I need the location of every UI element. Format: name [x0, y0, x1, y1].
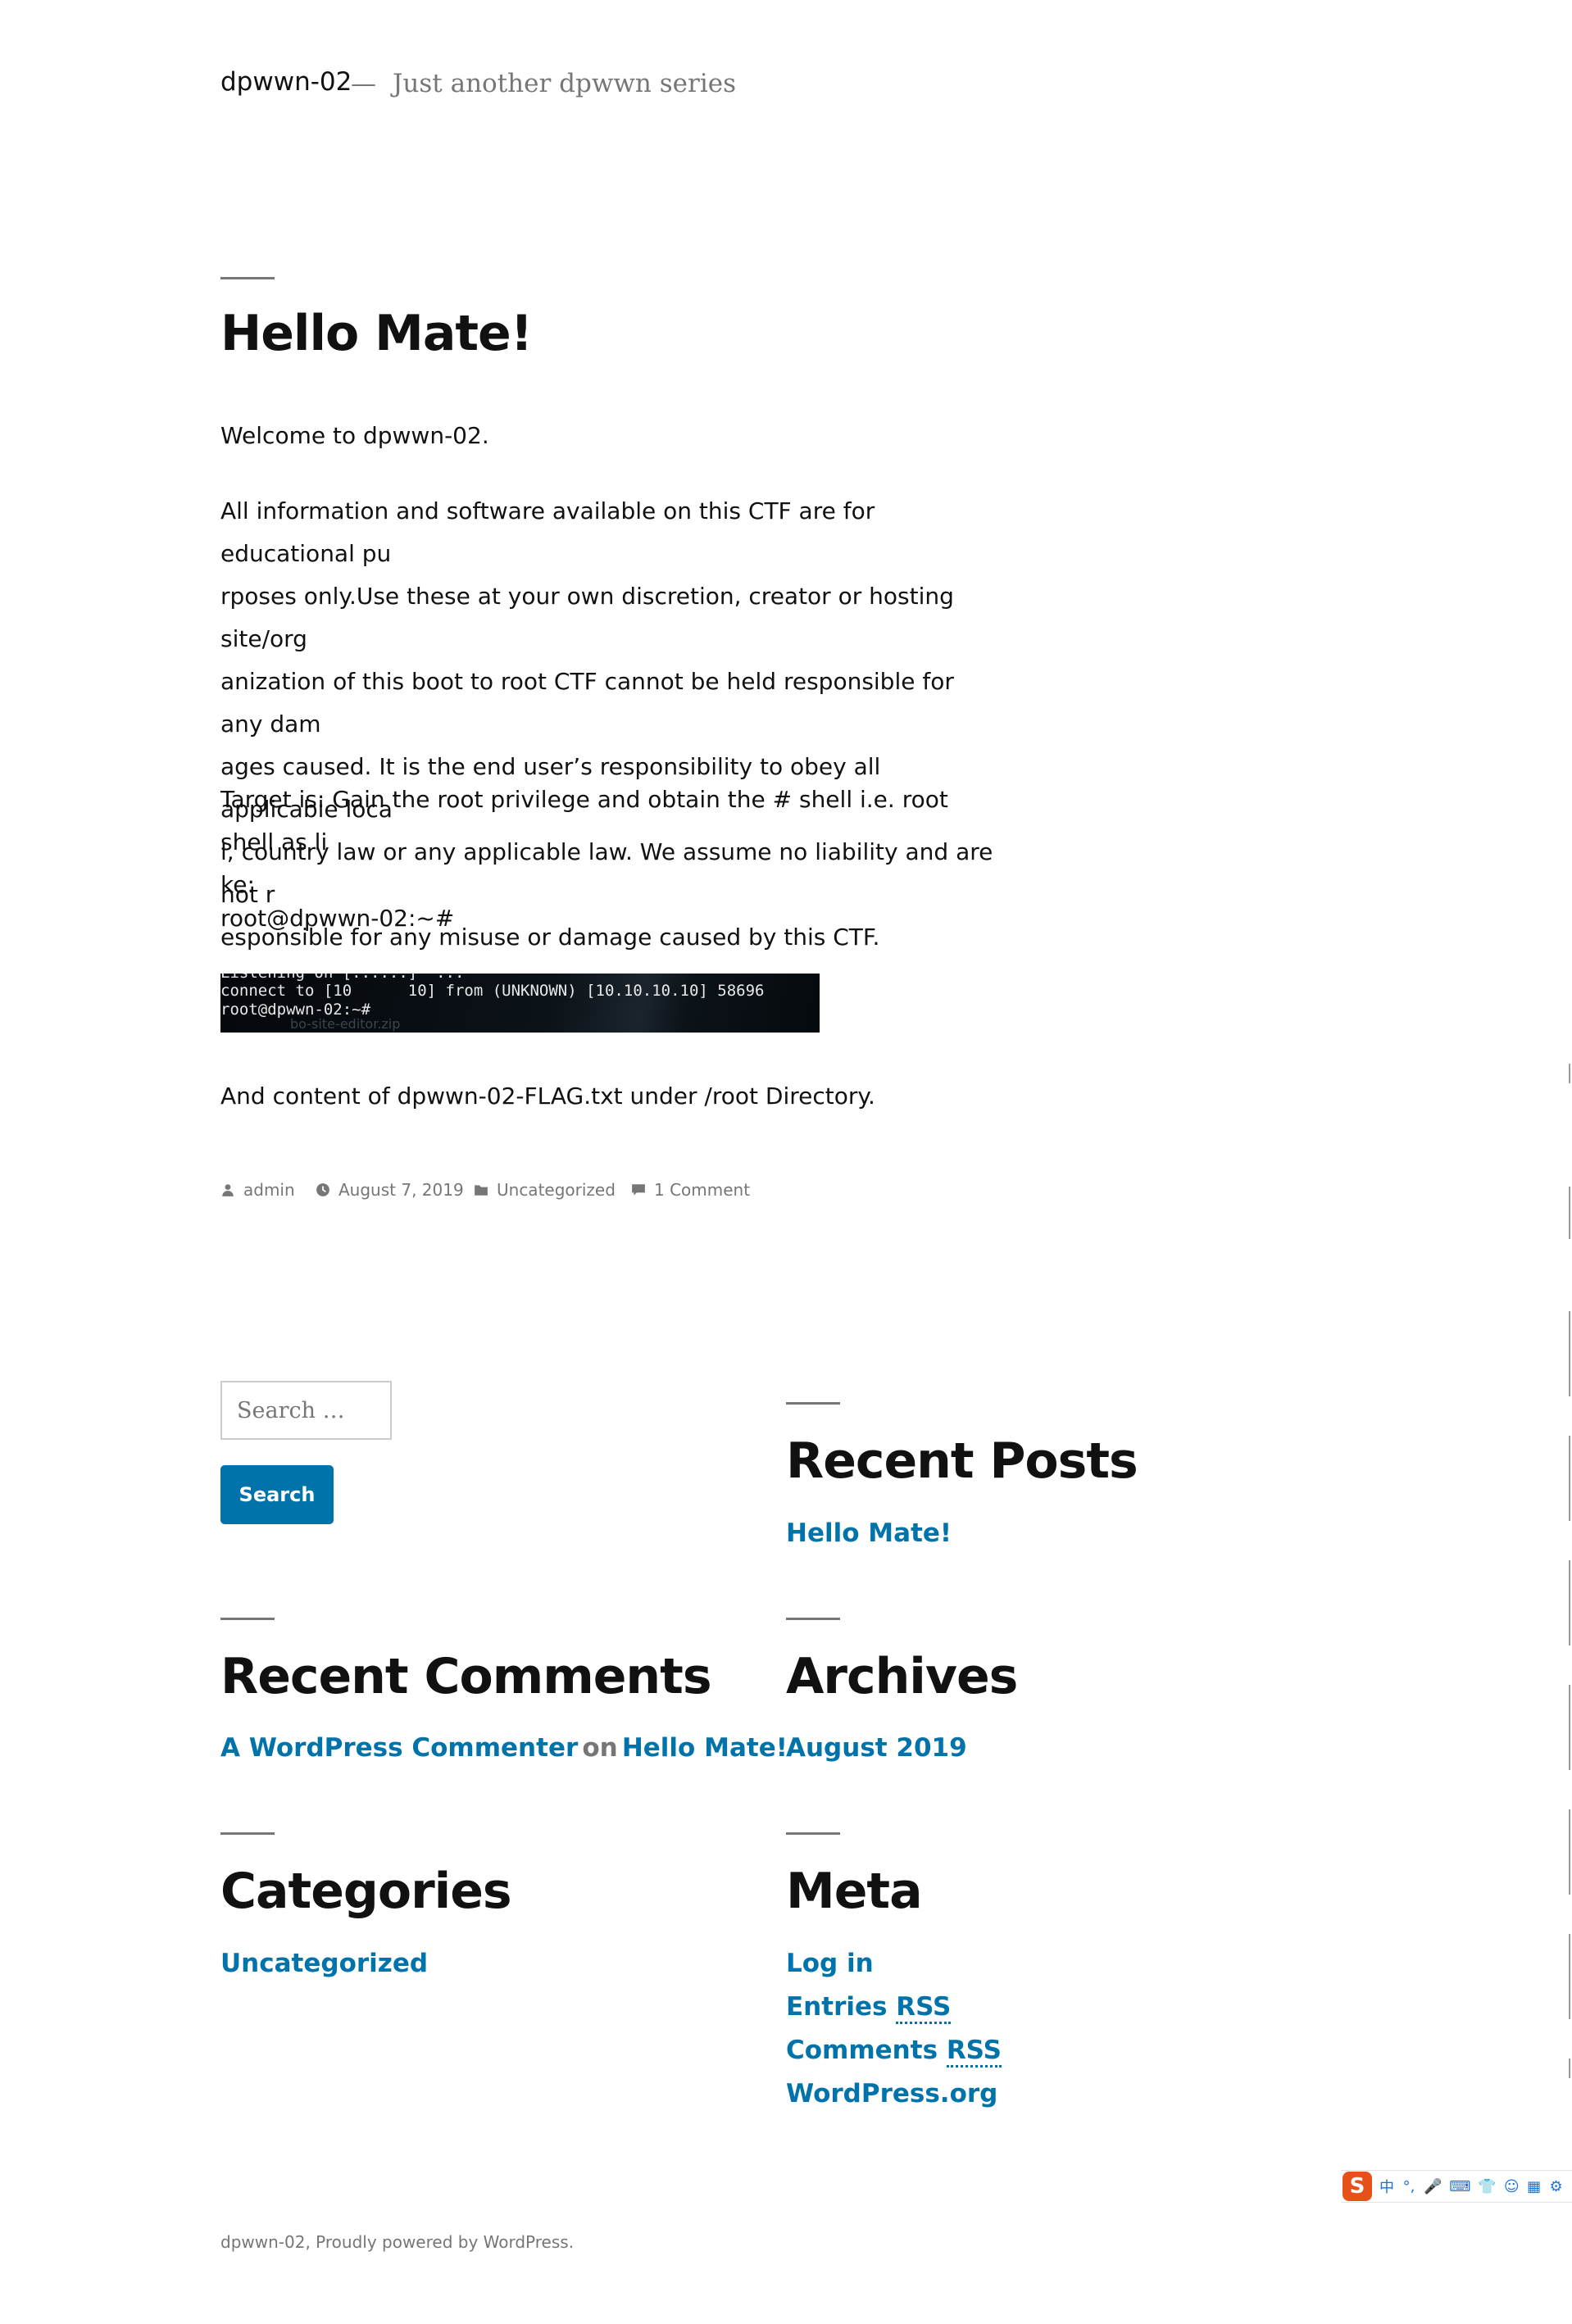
settings-icon[interactable]: ⚙: [1549, 2178, 1564, 2195]
meta-widget-rule: [786, 1832, 840, 1835]
comments-link[interactable]: 1 Comment: [654, 1180, 750, 1200]
meta-category: Uncategorized: [474, 1180, 616, 1200]
meta-author: admin: [220, 1180, 295, 1200]
comment-author-link[interactable]: A WordPress Commenter: [220, 1733, 578, 1763]
post-paragraph-target: Target is: Gain the root privilege and o…: [220, 786, 948, 898]
search-button[interactable]: Search: [220, 1465, 334, 1524]
scroll-marker: [1569, 1809, 1570, 1895]
footer-site-link[interactable]: dpwwn-02,: [220, 2232, 311, 2252]
scroll-marker: [1569, 1685, 1570, 1770]
site-title-link[interactable]: dpwwn-02: [220, 67, 352, 97]
search-input[interactable]: [220, 1381, 392, 1440]
site-footer: dpwwn-02, Proudly powered by WordPress.: [220, 2232, 574, 2252]
recent-comments-title: Recent Comments: [220, 1648, 712, 1705]
meta-date: August 7, 2019: [316, 1180, 464, 1200]
scroll-marker: [1569, 1311, 1570, 1396]
category-uncategorized-link[interactable]: Uncategorized: [220, 1949, 428, 1978]
wordpress-org-link[interactable]: WordPress.org: [786, 2079, 997, 2108]
comment-on-text: on: [582, 1733, 618, 1763]
title-separator: —: [351, 69, 376, 98]
entry-title-rule: [220, 277, 275, 279]
keyboard-icon[interactable]: ⌨: [1449, 2178, 1470, 2195]
post-date-link[interactable]: August 7, 2019: [338, 1180, 464, 1200]
comment-post-link[interactable]: Hello Mate!: [622, 1733, 788, 1763]
terminal-screenshot-image: Listening on [......] ... connect to [10…: [220, 974, 820, 1033]
emoji-icon[interactable]: ☺: [1504, 2178, 1520, 2195]
scroll-marker: [1569, 1064, 1570, 1083]
toolbox-icon[interactable]: ▦: [1527, 2178, 1542, 2195]
recent-comments-rule: [220, 1618, 275, 1620]
skin-icon[interactable]: 👕: [1478, 2178, 1496, 2195]
microphone-icon[interactable]: 🎤: [1424, 2178, 1442, 2195]
site-title[interactable]: dpwwn-02: [220, 67, 352, 97]
recent-post-link[interactable]: Hello Mate!: [786, 1518, 952, 1548]
entries-label: Entries: [786, 1992, 897, 2022]
recent-posts-rule: [786, 1402, 840, 1405]
meta-widget-title: Meta: [786, 1863, 923, 1920]
post-paragraph-welcome: Welcome to dpwwn-02.: [220, 422, 489, 449]
terminal-line-connect: connect to [10 10] from (UNKNOWN) [10.10…: [220, 982, 765, 1000]
entries-rss-link[interactable]: Entries RSS: [786, 1992, 952, 2024]
footer-powered-link[interactable]: Proudly powered by WordPress.: [316, 2232, 574, 2252]
comments-rss-abbr: RSS: [946, 2036, 1002, 2068]
meta-comments: 1 Comment: [631, 1180, 750, 1200]
categories-title: Categories: [220, 1863, 512, 1920]
person-icon: [222, 1184, 234, 1196]
scroll-marker: [1569, 1560, 1570, 1645]
clock-icon: [316, 1183, 329, 1196]
entries-rss-abbr: RSS: [896, 1992, 952, 2024]
scroll-marker: [1569, 2058, 1570, 2078]
comments-label: Comments: [786, 2036, 947, 2065]
comment-icon: [632, 1184, 645, 1196]
archives-title: Archives: [786, 1648, 1018, 1705]
chinese-mode-icon[interactable]: 中: [1379, 2176, 1394, 2197]
post-title: Hello Mate!: [220, 305, 533, 362]
category-link[interactable]: Uncategorized: [497, 1180, 616, 1200]
sogou-logo-icon[interactable]: S: [1343, 2172, 1372, 2201]
post-paragraph-root-prompt: root@dpwwn-02:~#: [220, 905, 455, 932]
comments-rss-link[interactable]: Comments RSS: [786, 2036, 1002, 2068]
scroll-marker: [1569, 1187, 1570, 1239]
log-in-link[interactable]: Log in: [786, 1949, 874, 1978]
archives-rule: [786, 1618, 840, 1620]
recent-posts-title: Recent Posts: [786, 1432, 1138, 1490]
post-paragraph-flag: And content of dpwwn-02-FLAG.txt under /…: [220, 1083, 875, 1110]
punctuation-icon[interactable]: °,: [1402, 2178, 1416, 2195]
ime-toolbar: S 中 °, 🎤 ⌨ 👕 ☺ ▦ ⚙: [1341, 2170, 1572, 2203]
categories-rule: [220, 1832, 275, 1835]
scroll-marker: [1569, 1934, 1570, 2019]
scroll-marker: [1569, 1436, 1570, 1521]
folder-icon: [475, 1185, 488, 1196]
author-link[interactable]: admin: [243, 1180, 295, 1200]
terminal-faded-text: bo-site-editor.zip: [290, 1016, 401, 1032]
site-tagline: Just another dpwwn series: [393, 69, 736, 98]
archive-august-2019-link[interactable]: August 2019: [786, 1733, 967, 1763]
recent-comment-item: A WordPress Commenter on Hello Mate!: [220, 1733, 788, 1763]
